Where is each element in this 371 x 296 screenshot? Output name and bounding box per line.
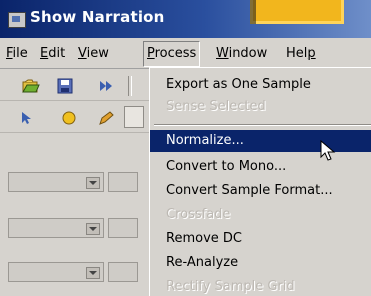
menuitem-label: Export as One Sample [166, 77, 311, 92]
menu-view[interactable]: View [78, 46, 109, 61]
menuitem-label: Re-Analyze [166, 255, 239, 270]
menu-edit-mnemonic: E [40, 46, 49, 61]
menuitem-sense-selected: Sense Selected [150, 96, 371, 118]
menu-file[interactable]: File [6, 46, 28, 61]
menuitem-label: Convert to Mono... [166, 159, 287, 174]
menu-edit-rest: dit [48, 46, 66, 61]
menuitem-re-analyze[interactable]: Re-Analyze [150, 252, 371, 274]
menuitem-label: Rectify Sample Grid [166, 279, 295, 294]
toolbar-toggle-button[interactable] [124, 106, 144, 128]
left-panel-dropdown-1[interactable] [8, 172, 104, 192]
menuitem-convert-sample-format[interactable]: Convert Sample Format... [150, 180, 371, 202]
menuitem-convert-to-mono[interactable]: Convert to Mono... [150, 156, 371, 178]
menuitem-export-as-one-sample[interactable]: Export as One Sample [150, 74, 371, 96]
left-panel-field-1[interactable] [108, 172, 138, 192]
window-title: Show Narration [30, 8, 165, 26]
menu-view-mnemonic: V [78, 46, 87, 61]
toolbar-row-2 [0, 102, 150, 133]
left-panel-dropdown-2[interactable] [8, 218, 104, 238]
menu-window[interactable]: Window [216, 46, 267, 61]
badge-graphic [250, 0, 344, 24]
left-panel-dropdown-3[interactable] [8, 262, 104, 282]
menu-bar: File Edit View Process Window Help [0, 38, 371, 69]
menu-view-rest: iew [86, 46, 109, 61]
process-menu: Export as One Sample Sense Selected Norm… [149, 67, 371, 296]
toolbar-row-1 [0, 70, 150, 101]
open-folder-icon[interactable] [22, 78, 40, 94]
menu-window-rest: indow [228, 46, 268, 61]
menuitem-label: Crossfade [166, 207, 231, 222]
menuitem-remove-dc[interactable]: Remove DC [150, 228, 371, 250]
left-panel-field-2[interactable] [108, 218, 138, 238]
pointer-tool-icon[interactable] [18, 110, 36, 126]
menuitem-normalize[interactable]: Normalize... [150, 130, 371, 152]
menu-help[interactable]: Help [286, 46, 316, 61]
menu-file-rest: ile [12, 46, 28, 61]
menuitem-crossfade: Crossfade [150, 204, 371, 226]
left-panel-field-3[interactable] [108, 262, 138, 282]
title-bar: Show Narration [0, 0, 371, 38]
marker-tool-icon[interactable] [60, 110, 78, 126]
menu-help-mnemonic: p [307, 46, 316, 61]
menuitem-label: Sense Selected [166, 99, 266, 114]
chevron-down-icon[interactable] [86, 267, 100, 279]
play-icon[interactable] [98, 78, 116, 94]
chevron-down-icon[interactable] [86, 223, 100, 235]
toolbar-divider [128, 76, 132, 96]
app-window: Show Narration File Edit View Process Wi… [0, 0, 371, 296]
menuitem-label: Remove DC [166, 231, 242, 246]
menuitem-label: Convert Sample Format... [166, 183, 333, 198]
menu-process[interactable]: Process [143, 41, 201, 67]
chevron-down-icon[interactable] [86, 177, 100, 189]
edit-tool-icon[interactable] [98, 110, 116, 126]
save-icon[interactable] [56, 78, 74, 94]
menu-edit[interactable]: Edit [40, 46, 65, 61]
menuitem-label: Normalize... [166, 133, 244, 148]
menu-process-rest: rocess [154, 46, 197, 61]
menuitem-rectify-sample-grid: Rectify Sample Grid [150, 276, 371, 296]
app-icon [8, 12, 26, 28]
menu-window-mnemonic: W [216, 46, 229, 61]
mouse-pointer-icon [320, 140, 336, 161]
menu-process-mnemonic: P [147, 46, 155, 61]
menu-separator [154, 124, 371, 126]
menu-help-text: Hel [286, 46, 308, 61]
